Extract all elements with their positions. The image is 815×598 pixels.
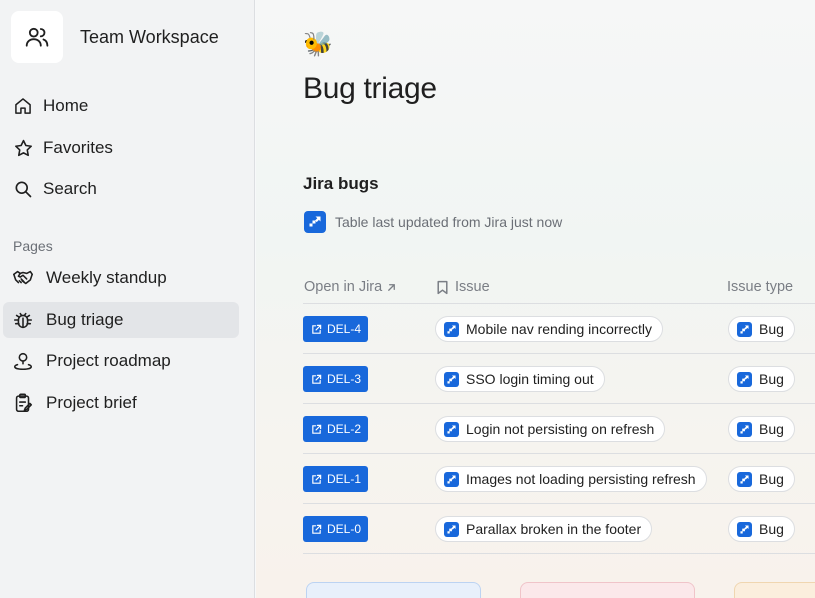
nav-item-label: Favorites	[43, 138, 113, 157]
sidebar-item-label: Project brief	[46, 393, 137, 412]
issue-type-chip[interactable]: Bug	[728, 416, 795, 442]
issue-type: Bug	[759, 521, 784, 537]
map-pin-person-icon	[12, 350, 34, 372]
issue-summary: Login not persisting on refresh	[466, 421, 655, 437]
bug-icon	[12, 309, 34, 331]
clipboard-icon	[12, 392, 34, 414]
issue-type: Bug	[759, 321, 784, 337]
sidebar-item-label: Bug triage	[46, 310, 124, 329]
jira-issues-table: Open in Jira Issue Issue type DEL-4 Mobi…	[303, 272, 815, 554]
card-preview[interactable]	[520, 582, 695, 598]
external-link-icon	[312, 374, 322, 384]
nav-item-label: Search	[43, 179, 97, 198]
jira-bug-icon	[737, 421, 752, 437]
external-link-icon	[312, 424, 322, 434]
table-row: DEL-4 Mobile nav rending incorrectly Bug	[303, 304, 815, 354]
column-header-open-in-jira[interactable]: Open in Jira	[304, 279, 397, 295]
table-row: DEL-2 Login not persisting on refresh Bu…	[303, 404, 815, 454]
home-icon	[12, 95, 34, 117]
column-header-label: Issue	[455, 279, 490, 295]
column-header-label: Open in Jira	[304, 279, 383, 295]
page-emoji-icon[interactable]: 🐝	[303, 32, 333, 58]
table-row: DEL-1 Images not loading persisting refr…	[303, 454, 815, 504]
jira-block-title: Jira bugs	[303, 174, 379, 193]
jira-bug-icon	[444, 371, 459, 387]
jira-bug-icon	[444, 521, 459, 537]
sync-status-text: Table last updated from Jira just now	[335, 214, 563, 230]
sidebar-item-label: Weekly standup	[46, 268, 167, 287]
jira-logo-icon	[304, 211, 326, 233]
sidebar-item-bug-triage[interactable]: Bug triage	[3, 302, 239, 338]
open-in-jira-button[interactable]: DEL-3	[303, 366, 368, 392]
column-header-issue[interactable]: Issue	[436, 279, 490, 295]
issue-type: Bug	[759, 421, 784, 437]
pages-section-label: Pages	[13, 238, 53, 254]
star-icon	[12, 137, 34, 159]
column-header-issue-type[interactable]: Issue type	[727, 279, 793, 295]
nav-item-search[interactable]: Search	[3, 171, 239, 207]
issue-summary: Parallax broken in the footer	[466, 521, 642, 537]
card-preview[interactable]	[734, 582, 815, 598]
open-in-jira-button[interactable]: DEL-4	[303, 316, 368, 342]
jira-bug-icon	[737, 471, 752, 487]
sidebar-item-project-brief[interactable]: Project brief	[3, 385, 239, 421]
external-link-icon	[312, 474, 322, 484]
issue-type-chip[interactable]: Bug	[728, 466, 795, 492]
team-icon	[25, 27, 49, 47]
jira-bug-icon	[737, 321, 752, 337]
open-in-jira-button[interactable]: DEL-2	[303, 416, 368, 442]
issue-summary: Mobile nav rending incorrectly	[466, 321, 652, 337]
issue-type-chip[interactable]: Bug	[728, 316, 795, 342]
external-link-icon	[312, 524, 322, 534]
external-link-icon	[312, 324, 322, 334]
card-row	[256, 582, 815, 598]
workspace-avatar[interactable]	[11, 11, 63, 63]
issue-type: Bug	[759, 471, 784, 487]
jira-bug-icon	[444, 471, 459, 487]
issue-summary-chip[interactable]: Mobile nav rending incorrectly	[435, 316, 663, 342]
sidebar-item-project-roadmap[interactable]: Project roadmap	[3, 343, 239, 379]
issue-summary: Images not loading persisting refresh	[466, 471, 696, 487]
jira-bug-icon	[444, 421, 459, 437]
search-icon	[12, 178, 34, 200]
issue-key: DEL-3	[327, 372, 362, 386]
page-title[interactable]: Bug triage	[303, 72, 437, 106]
open-in-jira-button[interactable]: DEL-0	[303, 516, 368, 542]
issue-key: DEL-2	[327, 422, 362, 436]
issue-type-chip[interactable]: Bug	[728, 366, 795, 392]
issue-key: DEL-0	[327, 522, 362, 536]
card-preview[interactable]	[306, 582, 481, 598]
jira-bug-icon	[737, 371, 752, 387]
issue-summary: SSO login timing out	[466, 371, 594, 387]
jira-bug-icon	[737, 521, 752, 537]
sidebar: Team Workspace Home Favorites Search Pag…	[0, 0, 255, 598]
workspace-title: Team Workspace	[80, 26, 219, 47]
page-content: 🐝 Bug triage Jira bugs Table last update…	[256, 0, 815, 598]
jira-bug-icon	[444, 321, 459, 337]
issue-type-chip[interactable]: Bug	[728, 516, 795, 542]
table-row: DEL-3 SSO login timing out Bug	[303, 354, 815, 404]
issue-summary-chip[interactable]: SSO login timing out	[435, 366, 605, 392]
workspace-header[interactable]: Team Workspace	[11, 11, 219, 63]
open-in-jira-button[interactable]: DEL-1	[303, 466, 368, 492]
sidebar-item-label: Project roadmap	[46, 351, 171, 370]
sidebar-item-weekly-standup[interactable]: Weekly standup	[3, 260, 239, 296]
arrow-up-right-icon	[388, 283, 396, 291]
issue-key: DEL-4	[327, 322, 362, 336]
issue-summary-chip[interactable]: Login not persisting on refresh	[435, 416, 666, 442]
nav-item-label: Home	[43, 96, 89, 115]
table-header: Open in Jira Issue Issue type	[303, 272, 815, 304]
issue-summary-chip[interactable]: Parallax broken in the footer	[435, 516, 653, 542]
table-row: DEL-0 Parallax broken in the footer Bug	[303, 504, 815, 554]
issue-summary-chip[interactable]: Images not loading persisting refresh	[435, 466, 707, 492]
bookmark-icon	[437, 280, 448, 294]
nav-item-favorites[interactable]: Favorites	[3, 130, 239, 166]
nav-item-home[interactable]: Home	[3, 88, 239, 124]
handshake-icon	[12, 267, 34, 289]
issue-type: Bug	[759, 371, 784, 387]
column-header-label: Issue type	[727, 279, 794, 295]
issue-key: DEL-1	[327, 472, 362, 486]
sync-status: Table last updated from Jira just now	[304, 211, 562, 233]
